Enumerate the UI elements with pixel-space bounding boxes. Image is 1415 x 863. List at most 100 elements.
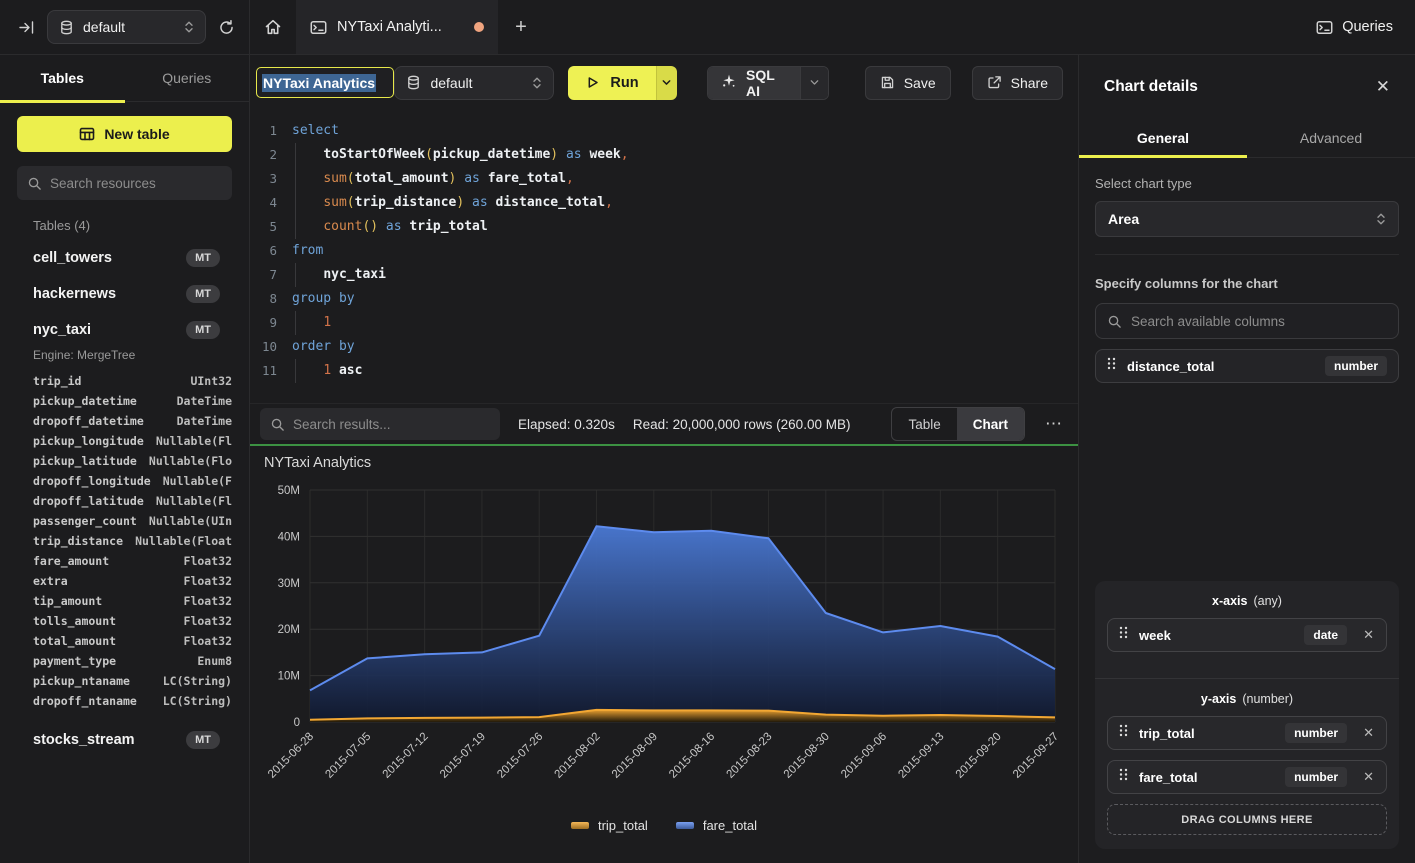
database-selector[interactable]: default xyxy=(47,10,206,44)
code-line: 4 sum(trip_distance) as distance_total, xyxy=(250,191,1078,215)
run-label: Run xyxy=(610,75,638,91)
column-chip-week[interactable]: week date ✕ xyxy=(1107,618,1387,652)
save-icon xyxy=(880,75,895,90)
share-button[interactable]: Share xyxy=(972,66,1063,100)
column-name: trip_id xyxy=(33,374,81,388)
drop-zone[interactable]: DRAG COLUMNS HERE xyxy=(1107,804,1387,835)
column-name: dropoff_ntaname xyxy=(33,694,137,708)
column-name: trip_distance xyxy=(33,534,123,548)
svg-text:30M: 30M xyxy=(278,578,300,590)
table-name: stocks_stream xyxy=(33,732,135,748)
columns-search-input[interactable] xyxy=(1131,314,1387,329)
column-type: Nullable(Float xyxy=(135,534,232,548)
drag-handle-icon[interactable] xyxy=(1119,626,1128,644)
save-button[interactable]: Save xyxy=(865,66,951,100)
remove-icon[interactable]: ✕ xyxy=(1358,725,1375,741)
run-database-selector[interactable]: default xyxy=(394,66,554,100)
line-number: 4 xyxy=(250,191,292,215)
column-type: LC(String) xyxy=(163,694,232,708)
view-toggle: Table Chart xyxy=(891,407,1025,441)
elapsed-stat: Elapsed: 0.320s xyxy=(518,417,615,432)
collapse-sidebar-icon[interactable] xyxy=(18,19,35,36)
table-row[interactable]: cell_towers MT xyxy=(33,246,232,269)
sql-ai-button[interactable]: SQL AI xyxy=(708,67,800,99)
close-icon[interactable]: ✕ xyxy=(1376,77,1390,97)
code-line: 11 1 asc xyxy=(250,359,1078,383)
tab-tables[interactable]: Tables xyxy=(0,55,125,101)
table-row[interactable]: hackernews MT xyxy=(33,282,232,305)
y-axis-section: y-axis(number) trip_total number ✕ fare_… xyxy=(1095,678,1399,849)
toggle-chart[interactable]: Chart xyxy=(957,408,1024,440)
chip-name: week xyxy=(1139,628,1293,643)
more-options-icon[interactable]: ⋯ xyxy=(1043,414,1065,434)
query-title-input[interactable]: NYTaxi Analytics xyxy=(256,67,394,98)
legend-item-fare_total[interactable]: fare_total xyxy=(676,818,757,833)
toggle-table[interactable]: Table xyxy=(892,408,956,440)
column-name: total_amount xyxy=(33,634,116,648)
home-button[interactable] xyxy=(250,0,296,54)
code-line: 7 nyc_taxi xyxy=(250,263,1078,287)
column-chip-fare_total[interactable]: fare_total number ✕ xyxy=(1107,760,1387,794)
drag-handle-icon[interactable] xyxy=(1119,768,1128,786)
sql-editor[interactable]: 1 select 2 toStartOfWeek(pickup_datetime… xyxy=(250,110,1078,403)
resource-search[interactable] xyxy=(17,166,232,200)
columns-search[interactable] xyxy=(1095,303,1399,339)
column-name: pickup_latitude xyxy=(33,454,137,468)
column-row: pickup_latitude Nullable(Flo xyxy=(33,451,232,471)
remove-icon[interactable]: ✕ xyxy=(1358,627,1375,643)
column-chip-trip_total[interactable]: trip_total number ✕ xyxy=(1107,716,1387,750)
line-number: 9 xyxy=(250,311,292,335)
column-type: Nullable(Fl xyxy=(156,434,232,448)
svg-text:2015-06-28: 2015-06-28 xyxy=(266,731,316,781)
column-row: total_amount Float32 xyxy=(33,631,232,651)
column-row: extra Float32 xyxy=(33,571,232,591)
sparkles-icon xyxy=(721,73,737,92)
code-line: 1 select xyxy=(250,119,1078,143)
remove-icon[interactable]: ✕ xyxy=(1358,769,1375,785)
new-table-button[interactable]: New table xyxy=(17,116,232,152)
column-chip-distance_total[interactable]: distance_total number xyxy=(1095,349,1399,383)
column-type: Float32 xyxy=(184,574,232,588)
chip-type-badge: date xyxy=(1304,625,1347,645)
run-options-button[interactable] xyxy=(656,66,677,100)
tab-general[interactable]: General xyxy=(1079,118,1247,157)
results-search-input[interactable] xyxy=(293,417,490,432)
chevron-updown-icon xyxy=(1376,212,1386,226)
refresh-icon[interactable] xyxy=(218,19,235,36)
svg-text:2015-08-02: 2015-08-02 xyxy=(553,731,603,781)
run-button-group: Run xyxy=(568,66,677,100)
column-type: Float32 xyxy=(184,614,232,628)
table-row[interactable]: stocks_stream MT xyxy=(33,728,232,751)
run-button[interactable]: Run xyxy=(568,66,655,100)
drag-handle-icon[interactable] xyxy=(1119,724,1128,742)
unsaved-dot xyxy=(474,22,484,32)
chip-name: fare_total xyxy=(1139,770,1274,785)
queries-button[interactable]: Queries xyxy=(1294,0,1415,54)
resource-search-input[interactable] xyxy=(50,176,222,191)
new-tab-button[interactable]: + xyxy=(498,0,544,54)
column-name: payment_type xyxy=(33,654,116,668)
svg-text:2015-08-23: 2015-08-23 xyxy=(724,731,774,781)
column-type: UInt32 xyxy=(190,374,232,388)
chart-type-select[interactable]: Area xyxy=(1095,201,1399,237)
x-axis-title: x-axis(any) xyxy=(1107,594,1387,608)
svg-text:2015-07-05: 2015-07-05 xyxy=(323,731,373,781)
svg-text:20M: 20M xyxy=(278,624,300,636)
drag-handle-icon[interactable] xyxy=(1107,357,1116,375)
column-type: LC(String) xyxy=(163,674,232,688)
column-name: dropoff_latitude xyxy=(33,494,144,508)
tab-advanced[interactable]: Advanced xyxy=(1247,118,1415,157)
results-search[interactable] xyxy=(260,408,500,440)
table-row[interactable]: nyc_taxi MT xyxy=(33,318,232,341)
tab-queries[interactable]: Queries xyxy=(125,55,250,101)
column-row: trip_id UInt32 xyxy=(33,371,232,391)
chart-type-value: Area xyxy=(1108,211,1139,227)
query-title-text: NYTaxi Analytics xyxy=(262,74,376,92)
engine-badge: MT xyxy=(186,731,220,749)
query-tab[interactable]: NYTaxi Analyti... xyxy=(296,0,498,54)
sql-ai-options-button[interactable] xyxy=(800,67,827,99)
search-icon xyxy=(270,417,285,432)
legend-item-trip_total[interactable]: trip_total xyxy=(571,818,648,833)
svg-text:2015-07-12: 2015-07-12 xyxy=(381,731,431,781)
chart-details-title: Chart details xyxy=(1104,78,1198,96)
